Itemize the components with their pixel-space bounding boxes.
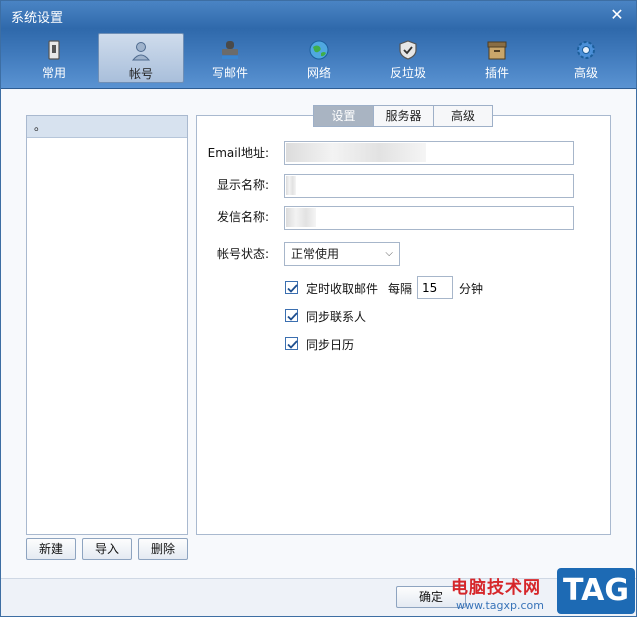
toolbar-label: 帐号	[128, 67, 153, 81]
sync-contacts-label: 同步联系人	[306, 310, 367, 324]
stamp-icon	[222, 41, 238, 59]
sender-name-field[interactable]	[284, 206, 574, 230]
toolbar-label: 网络	[306, 66, 331, 80]
redacted-sender-name	[286, 208, 316, 227]
box-icon	[487, 41, 507, 60]
auto-receive-label: 定时收取邮件	[306, 282, 379, 296]
account-status-value: 正常使用	[291, 247, 340, 261]
watermark-url: www.tagxp.com	[456, 599, 544, 612]
watermark-site-name: 电脑技术网	[451, 578, 541, 598]
tag-logo: TAG	[557, 568, 635, 614]
every-label: 每隔	[388, 282, 413, 296]
settings-window: 系统设置 ✕ 常用 帐号 写邮件 网络 反垃圾 插件 高级 。 新建 导入 删除…	[0, 0, 637, 617]
toolbar-tab-antispam[interactable]: 反垃圾	[365, 33, 451, 83]
tab-advanced[interactable]: 高级	[433, 105, 493, 127]
globe-icon	[309, 40, 329, 60]
phone-icon	[48, 40, 60, 60]
settings-tabs: 设置 服务器 高级	[313, 105, 493, 127]
toolbar: 常用 帐号 写邮件 网络 反垃圾 插件 高级	[1, 29, 636, 89]
window-title: 系统设置	[11, 11, 64, 26]
toolbar-label: 插件	[484, 66, 509, 80]
checkmark-icon	[287, 284, 298, 293]
import-account-button[interactable]: 导入	[82, 538, 132, 560]
redacted-email	[286, 143, 426, 162]
new-account-button[interactable]: 新建	[26, 538, 76, 560]
toolbar-label: 常用	[41, 66, 66, 80]
delete-account-button[interactable]: 删除	[138, 538, 188, 560]
list-item[interactable]: 。	[27, 116, 187, 138]
tab-server[interactable]: 服务器	[373, 105, 433, 127]
toolbar-tab-advanced[interactable]: 高级	[543, 33, 629, 83]
toolbar-tab-plugins[interactable]: 插件	[454, 33, 540, 83]
auto-receive-checkbox[interactable]	[285, 281, 298, 294]
display-name-field[interactable]	[284, 174, 574, 198]
sender-name-label: 发信名称:	[216, 210, 269, 224]
toolbar-tab-account[interactable]: 帐号	[98, 33, 184, 83]
redacted-display-name	[286, 176, 296, 195]
interval-input[interactable]	[417, 276, 453, 299]
chevron-down-icon: ⌵	[385, 248, 393, 259]
title-bar: 系统设置 ✕	[1, 1, 636, 29]
close-button[interactable]: ✕	[606, 4, 628, 26]
account-status-label: 帐号状态:	[216, 247, 269, 261]
checkmark-icon	[287, 312, 298, 321]
sync-calendar-checkbox[interactable]	[285, 337, 298, 350]
user-icon	[131, 42, 151, 61]
display-name-label: 显示名称:	[216, 178, 269, 192]
sync-calendar-label: 同步日历	[306, 338, 355, 352]
email-label: Email地址:	[207, 146, 269, 160]
shield-icon	[399, 40, 417, 60]
toolbar-tab-general[interactable]: 常用	[11, 33, 97, 83]
toolbar-tab-compose[interactable]: 写邮件	[187, 33, 273, 83]
tab-settings[interactable]: 设置	[313, 105, 373, 127]
toolbar-label: 反垃圾	[389, 66, 426, 80]
toolbar-label: 写邮件	[211, 66, 248, 80]
account-status-select[interactable]: 正常使用 ⌵	[284, 242, 400, 266]
gear-icon	[577, 41, 595, 59]
checkmark-icon	[287, 340, 298, 349]
minutes-label: 分钟	[459, 282, 484, 296]
toolbar-label: 高级	[573, 66, 598, 80]
account-list: 。	[26, 115, 188, 535]
sync-contacts-checkbox[interactable]	[285, 309, 298, 322]
content-area: 。 新建 导入 删除 设置 服务器 高级 Email地址: 显示名称: 发信名称…	[1, 90, 636, 583]
toolbar-tab-network[interactable]: 网络	[276, 33, 362, 83]
